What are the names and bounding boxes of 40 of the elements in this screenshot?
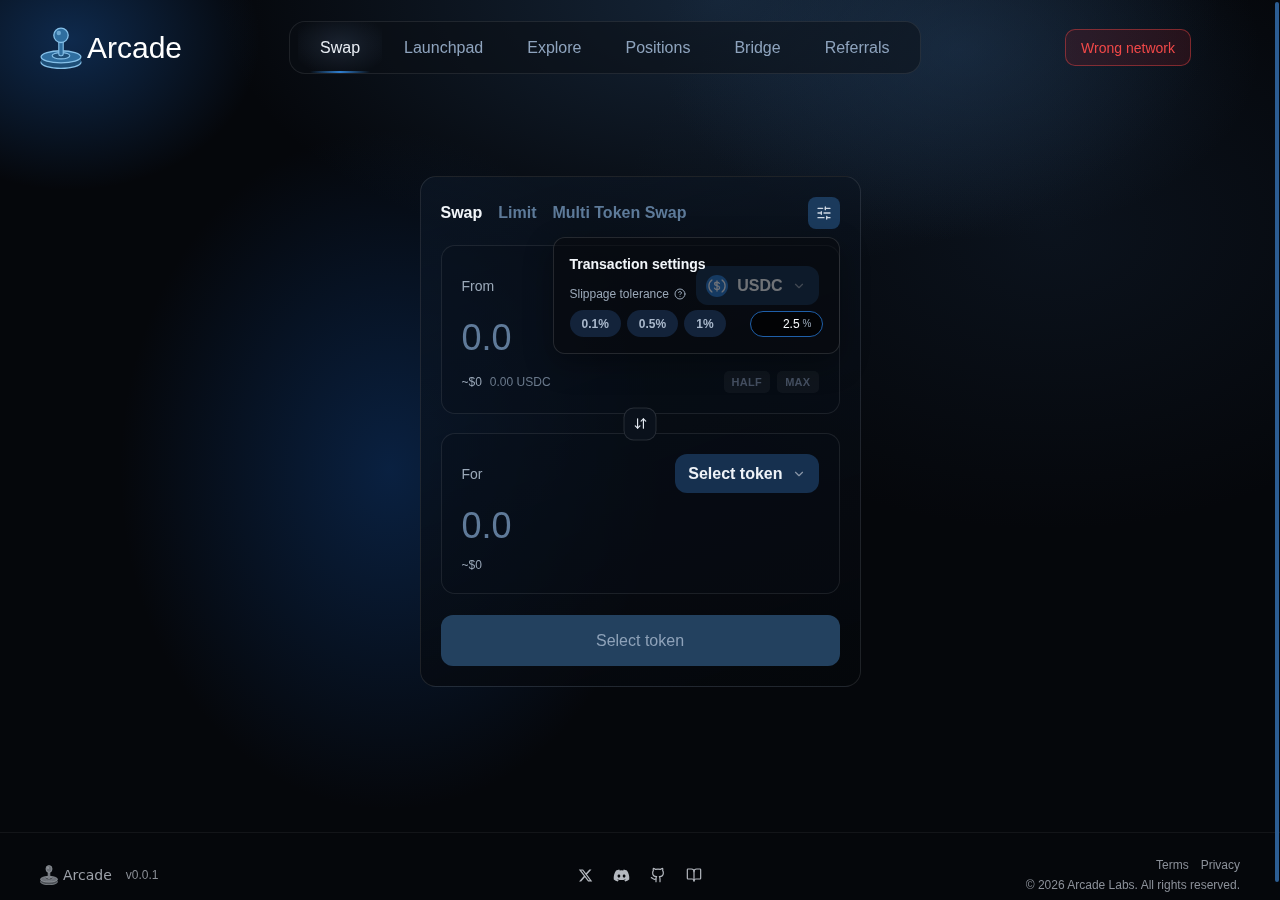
github-logo-icon[interactable]: [650, 867, 666, 883]
swap-mode-tab[interactable]: Limit: [498, 204, 537, 222]
settings-button[interactable]: [807, 197, 840, 229]
version-label: v0.0.1: [125, 868, 159, 882]
from-label: From: [461, 277, 495, 294]
slippage-option[interactable]: 0.1%: [569, 310, 621, 337]
book-icon[interactable]: [686, 867, 702, 883]
for-label: For: [461, 465, 483, 482]
nav-link[interactable]: Referrals: [802, 22, 912, 73]
usd-value: ~$0: [461, 557, 482, 573]
dollar-coin-icon: [706, 274, 729, 297]
token-balance: 0.00 USDC: [489, 375, 551, 389]
copyright-text: © 2026 Arcade Labs. All rights reserved.: [1025, 878, 1240, 892]
brand-name[interactable]: Arcade: [87, 30, 183, 65]
usd-value: ~$0: [461, 374, 482, 390]
settings-icon: [815, 205, 832, 221]
wrong-network-button[interactable]: Wrong network: [1065, 29, 1191, 66]
nav-link[interactable]: Bridge: [712, 22, 803, 73]
footer-link[interactable]: Privacy: [1200, 858, 1240, 872]
help-icon[interactable]: [673, 288, 686, 300]
nav-link[interactable]: Explore: [505, 22, 604, 73]
nav-link[interactable]: Launchpad: [382, 22, 506, 73]
arrows-up-down-icon: [633, 416, 647, 431]
footer-brand: Arcade: [63, 867, 112, 883]
slippage-label: Slippage tolerance: [569, 286, 669, 302]
swap-mode-tab[interactable]: Swap: [440, 204, 483, 222]
x-logo-icon[interactable]: [578, 867, 593, 883]
joystick-logo-icon: [40, 26, 82, 69]
slippage-option[interactable]: 1%: [684, 310, 726, 337]
slippage-option[interactable]: 0.5%: [626, 310, 679, 337]
nav-link[interactable]: Swap: [298, 22, 383, 73]
joystick-logo-icon: [40, 865, 58, 885]
token-select-button[interactable]: Select token: [675, 454, 819, 493]
amount-input[interactable]: 0.0: [461, 504, 819, 548]
nav-link[interactable]: Positions: [603, 22, 713, 73]
scrollbar-thumb[interactable]: [1275, 2, 1279, 882]
slippage-input[interactable]: 2.5 %: [749, 310, 823, 337]
swap-mode-tab[interactable]: Multi Token Swap: [552, 204, 687, 222]
flip-tokens-button[interactable]: [623, 407, 657, 440]
footer-link[interactable]: Terms: [1156, 858, 1189, 872]
